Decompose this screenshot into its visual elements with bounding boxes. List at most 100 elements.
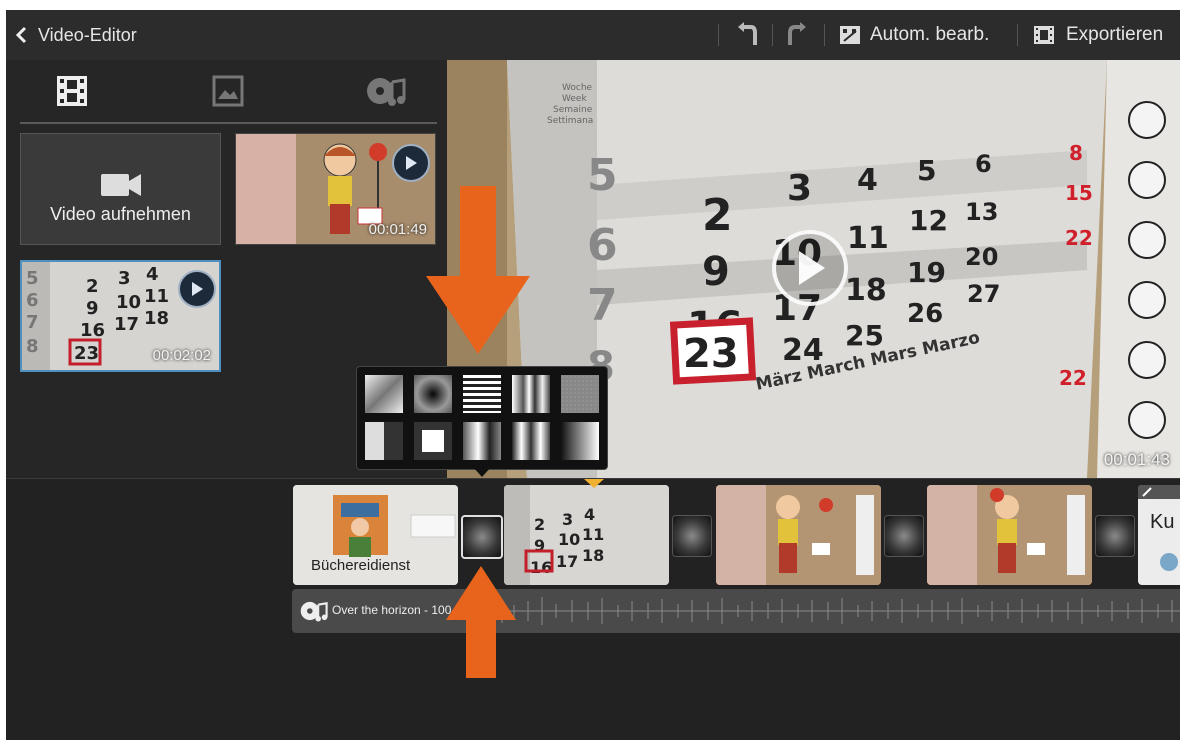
top-bar: Video-Editor Autom. bearb. Exportieren <box>6 10 1180 60</box>
svg-text:4: 4 <box>584 505 595 524</box>
svg-text:5: 5 <box>587 150 618 201</box>
clip-object <box>1160 553 1178 571</box>
svg-text:16: 16 <box>530 558 552 577</box>
annotation-arrow-up <box>446 566 516 678</box>
video-editor-app: Video-Editor Autom. bearb. Exportieren V… <box>6 10 1180 740</box>
transition-squares[interactable] <box>414 422 452 460</box>
back-button[interactable]: Video-Editor <box>14 10 137 60</box>
svg-text:7: 7 <box>26 312 39 333</box>
svg-text:9: 9 <box>86 298 99 319</box>
timeline-clip[interactable]: Büchereidienst <box>293 485 458 585</box>
svg-text:11: 11 <box>582 525 604 544</box>
timeline-clip[interactable]: Ku <box>1138 485 1180 585</box>
play-icon <box>799 251 825 285</box>
svg-text:4: 4 <box>146 264 159 285</box>
auto-edit-icon <box>840 26 860 44</box>
svg-text:11: 11 <box>144 286 169 307</box>
svg-text:8: 8 <box>1069 141 1083 165</box>
svg-text:20: 20 <box>965 243 998 271</box>
transition-blocks[interactable] <box>365 422 403 460</box>
transition-doors[interactable] <box>512 375 550 413</box>
svg-text:16: 16 <box>80 320 105 341</box>
svg-text:19: 19 <box>907 256 946 289</box>
media-duration: 00:02:02 <box>152 347 211 364</box>
music-icon <box>300 601 328 622</box>
thumb-background <box>236 134 296 244</box>
film-icon <box>57 76 87 106</box>
clip-thumbnail <box>927 485 1092 585</box>
music-icon <box>367 78 406 106</box>
transition-button[interactable] <box>1095 515 1135 557</box>
divider <box>824 24 825 46</box>
svg-text:8: 8 <box>26 336 39 357</box>
divider <box>772 24 773 46</box>
media-item-selected[interactable]: 5678 234 9 10 11 16 17 18 23 00:02:02 <box>20 260 221 372</box>
audio-track-label: Over the horizon - 100 <box>332 603 452 617</box>
tab-videos[interactable] <box>42 70 102 112</box>
svg-text:6: 6 <box>587 220 618 271</box>
popup-pointer <box>473 467 491 477</box>
svg-text:6: 6 <box>26 290 39 311</box>
export-label: Exportieren <box>1066 24 1164 45</box>
export-button[interactable]: Exportieren <box>1032 10 1163 60</box>
transition-blinds[interactable] <box>463 375 501 413</box>
week-label: Semaine <box>553 105 593 115</box>
svg-text:12: 12 <box>909 204 948 237</box>
svg-text:13: 13 <box>965 198 998 226</box>
timeline-clip[interactable] <box>927 485 1092 585</box>
tab-images[interactable] <box>198 70 258 112</box>
audio-track[interactable]: Over the horizon - 100 <box>292 589 1180 633</box>
divider <box>718 24 719 46</box>
week-label: Settimana <box>547 116 593 126</box>
undo-icon <box>738 22 757 45</box>
transition-cube[interactable] <box>463 422 501 460</box>
svg-text:26: 26 <box>907 299 943 329</box>
transition-button[interactable] <box>884 515 924 557</box>
play-badge <box>392 144 430 182</box>
clip-caption: Büchereidienst <box>311 557 411 574</box>
timeline: Büchereidienst 23491011161718 Ku <box>6 478 1180 740</box>
redo-button[interactable] <box>786 10 808 60</box>
transition-picker <box>356 366 608 477</box>
timeline-clip[interactable] <box>716 485 881 585</box>
svg-text:10: 10 <box>558 530 580 549</box>
transition-dissolve[interactable] <box>561 375 599 413</box>
play-icon <box>406 156 417 170</box>
record-video-button[interactable]: Video aufnehmen <box>20 133 221 245</box>
svg-text:5: 5 <box>26 268 39 289</box>
svg-text:2: 2 <box>86 276 99 297</box>
svg-text:10: 10 <box>116 292 141 313</box>
svg-text:5: 5 <box>917 154 936 187</box>
svg-text:25: 25 <box>845 319 884 352</box>
media-item[interactable]: 00:01:49 <box>235 133 436 245</box>
svg-text:2: 2 <box>702 190 733 241</box>
film-export-icon <box>1034 26 1054 44</box>
timeline-clip[interactable]: 2 3 4 9 10 11 16 17 18 <box>504 485 669 585</box>
svg-text:4: 4 <box>857 163 878 198</box>
svg-text:3: 3 <box>787 168 812 209</box>
svg-text:18: 18 <box>144 308 169 329</box>
undo-button[interactable] <box>736 10 758 60</box>
svg-text:27: 27 <box>967 280 1000 308</box>
auto-edit-button[interactable]: Autom. bearb. <box>838 10 989 60</box>
play-button[interactable] <box>772 230 848 306</box>
transition-button-selected[interactable] <box>461 515 503 559</box>
transition-slide[interactable] <box>512 422 550 460</box>
chevron-left-icon <box>15 26 27 44</box>
transition-cross[interactable] <box>365 375 403 413</box>
transition-iris[interactable] <box>414 375 452 413</box>
record-video-label: Video aufnehmen <box>50 204 191 224</box>
play-icon <box>192 282 203 296</box>
svg-text:23: 23 <box>74 343 99 364</box>
transition-button[interactable] <box>672 515 712 557</box>
app-title: Video-Editor <box>38 24 137 45</box>
svg-text:2: 2 <box>534 515 545 534</box>
svg-text:22: 22 <box>1059 366 1087 390</box>
playhead-marker[interactable] <box>584 479 604 488</box>
edit-icon <box>1142 487 1152 497</box>
image-icon <box>212 75 244 107</box>
svg-text:22: 22 <box>1065 226 1093 250</box>
tab-music[interactable] <box>356 70 416 112</box>
svg-text:17: 17 <box>114 314 139 335</box>
transition-fade[interactable] <box>561 422 599 460</box>
